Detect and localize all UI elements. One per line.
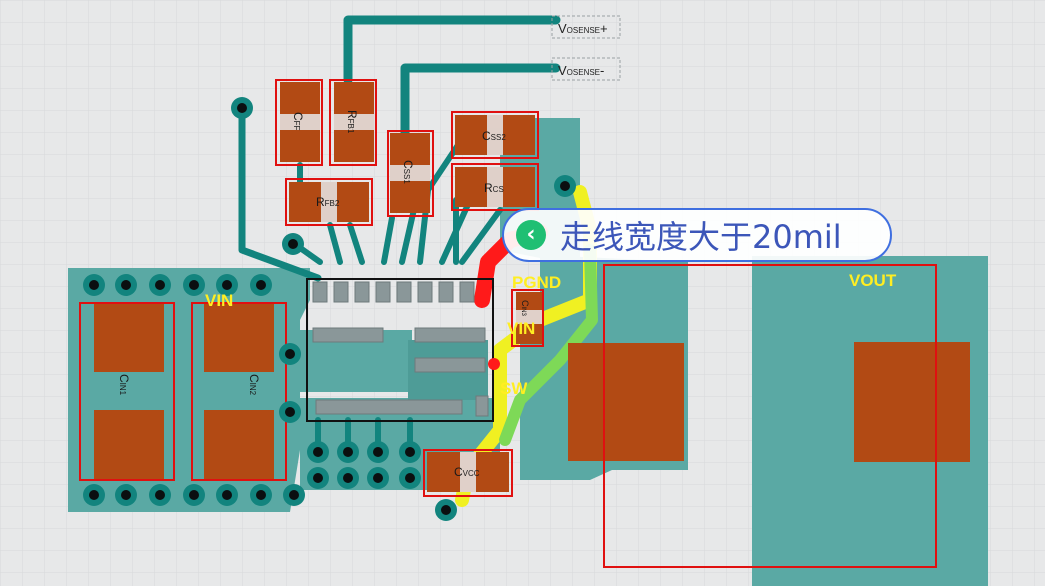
pcb-layout-view: VOSENSE+ VOSENSE- CFF RFB1 CSS1 CSS2 RCS… xyxy=(0,0,1045,586)
cin2-pad-top xyxy=(204,302,274,372)
inductor-pad-right xyxy=(854,342,970,462)
vout-label: VOUT xyxy=(849,271,897,290)
trace-width-callout: ‹ 走线宽度大于20mil xyxy=(502,208,892,262)
highlight-dot xyxy=(488,358,500,370)
pcb-board: VOSENSE+ VOSENSE- CFF RFB1 CSS1 CSS2 RCS… xyxy=(0,0,1045,586)
vin-left-label: VIN xyxy=(205,291,233,310)
pgnd-label: PGND xyxy=(512,273,561,292)
inductor-pad-left xyxy=(568,343,684,461)
sw-label: SW xyxy=(500,379,528,398)
vin-right-label: VIN xyxy=(507,319,535,338)
cin1-pad-bottom xyxy=(94,410,164,480)
cin2-pad-bottom xyxy=(204,410,274,480)
chevron-left-icon[interactable]: ‹ xyxy=(516,220,546,250)
callout-text: 走线宽度大于20mil xyxy=(560,218,842,256)
cin1-pad-top xyxy=(94,302,164,372)
